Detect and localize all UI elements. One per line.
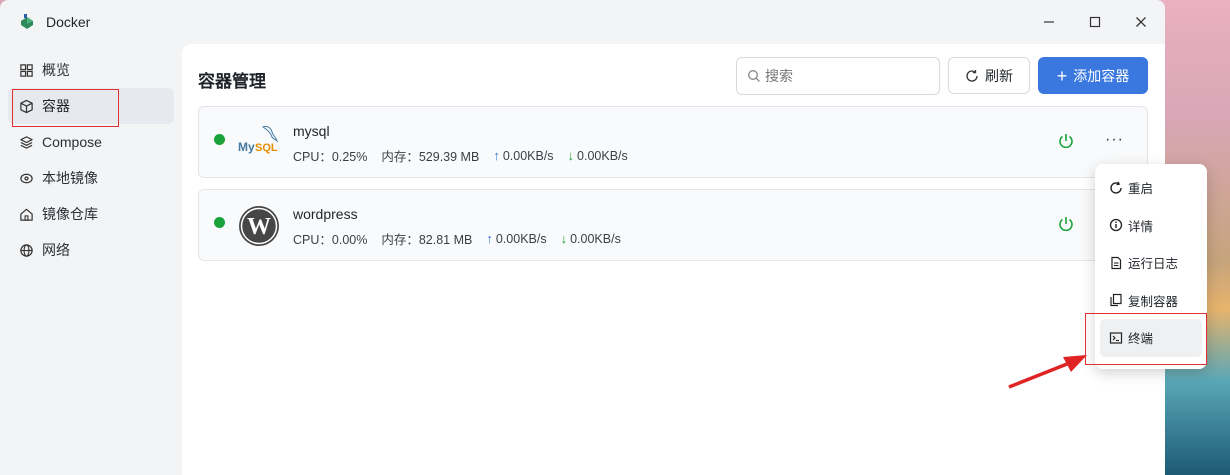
upload-speed: ↑ 0.00KB/s	[486, 231, 547, 246]
container-card-mysql[interactable]: My SQL mysql CPU：0.25% 内存：529.39 MB ↑ 0.0…	[198, 106, 1148, 178]
sidebar: 概览 容器 Compose 本地镜像 镜像仓库 网络	[0, 52, 182, 268]
cpu-usage: CPU：0.00%	[293, 233, 368, 247]
download-speed: ↓ 0.00KB/s	[567, 148, 628, 163]
docker-logo-icon	[21, 14, 33, 29]
search-box[interactable]	[736, 57, 940, 95]
add-container-button[interactable]: + 添加容器	[1038, 57, 1148, 94]
wordpress-logo-icon: W	[239, 206, 279, 246]
sidebar-item-image-registry[interactable]: 镜像仓库	[8, 196, 174, 232]
search-icon	[748, 70, 760, 82]
container-card-wordpress[interactable]: W wordpress CPU：0.00% 内存：82.81 MB ↑ 0.00K…	[198, 189, 1148, 261]
sidebar-item-label: 概览	[42, 62, 70, 78]
grid-icon	[18, 62, 34, 78]
home-icon	[18, 206, 34, 222]
menu-item-restart[interactable]: 重启	[1100, 169, 1202, 207]
highlight-box-terminal	[1085, 313, 1207, 365]
status-running-dot	[214, 134, 225, 145]
info-icon	[1109, 219, 1123, 232]
menu-item-label: 运行日志	[1128, 257, 1179, 272]
refresh-icon	[966, 69, 978, 82]
minimize-button[interactable]	[1032, 8, 1066, 36]
more-options-icon[interactable]: ···	[1105, 131, 1124, 149]
power-icon[interactable]	[1057, 215, 1075, 233]
disk-icon	[18, 170, 34, 186]
container-stats: CPU：0.25% 内存：529.39 MB ↑ 0.00KB/s ↓ 0.00KB…	[293, 146, 642, 165]
refresh-label: 刷新	[985, 67, 1013, 84]
container-name: mysql	[293, 123, 330, 139]
sidebar-item-local-images[interactable]: 本地镜像	[8, 160, 174, 196]
power-icon[interactable]	[1057, 132, 1075, 150]
close-button[interactable]	[1124, 8, 1158, 36]
memory-usage: 内存：529.39 MB	[381, 150, 480, 164]
maximize-button[interactable]	[1078, 8, 1112, 36]
close-icon	[1136, 17, 1146, 27]
sidebar-item-compose[interactable]: Compose	[8, 124, 174, 160]
annotation-arrow-icon	[1008, 355, 1087, 389]
document-icon	[1111, 256, 1122, 269]
minimize-icon	[1044, 21, 1054, 23]
menu-item-label: 复制容器	[1128, 294, 1179, 309]
sidebar-item-overview[interactable]: 概览	[8, 52, 174, 88]
main-panel: 容器管理 刷新 + 添加容器 My SQL mysql CPU：0.25% 内存…	[182, 44, 1165, 475]
refresh-button[interactable]: 刷新	[948, 57, 1030, 94]
docker-window: Docker 概览 容器 Compose 本地镜像 镜像仓库 网络 容器管理 搜…	[0, 0, 1165, 475]
container-stats: CPU：0.00% 内存：82.81 MB ↑ 0.00KB/s ↓ 0.00KB/…	[293, 229, 635, 248]
plus-icon: +	[1056, 65, 1068, 86]
sidebar-item-label: 网络	[42, 242, 70, 258]
status-running-dot	[214, 217, 225, 228]
memory-usage: 内存：82.81 MB	[381, 233, 473, 247]
arrow-up-icon: ↑	[486, 231, 493, 246]
arrow-down-icon: ↓	[567, 148, 575, 163]
menu-item-label: 详情	[1128, 219, 1154, 234]
window-title: Docker	[46, 14, 91, 30]
copy-icon	[1110, 294, 1122, 307]
sidebar-item-label: 本地镜像	[42, 170, 98, 186]
menu-item-logs[interactable]: 运行日志	[1100, 244, 1202, 282]
arrow-down-icon: ↓	[560, 231, 568, 246]
menu-item-details[interactable]: 详情	[1100, 207, 1202, 245]
layers-icon	[18, 134, 34, 150]
add-container-label: 添加容器	[1073, 67, 1130, 84]
sidebar-item-label: Compose	[42, 134, 102, 150]
container-name: wordpress	[293, 206, 358, 222]
sidebar-item-label: 镜像仓库	[42, 206, 98, 222]
svg-text:W: W	[247, 214, 271, 240]
restart-icon	[1110, 181, 1122, 194]
arrow-up-icon: ↑	[493, 148, 500, 163]
svg-text:My: My	[238, 140, 255, 154]
menu-item-label: 重启	[1128, 182, 1154, 197]
upload-speed: ↑ 0.00KB/s	[493, 148, 554, 163]
cpu-usage: CPU：0.25%	[293, 150, 368, 164]
globe-icon	[18, 242, 34, 258]
download-speed: ↓ 0.00KB/s	[560, 231, 621, 246]
svg-text:SQL: SQL	[255, 142, 278, 154]
page-title: 容器管理	[198, 72, 266, 91]
highlight-box-containers	[12, 89, 119, 127]
mysql-logo-icon: My SQL	[238, 125, 278, 154]
sidebar-item-network[interactable]: 网络	[8, 232, 174, 268]
maximize-icon	[1089, 16, 1101, 28]
title-bar: Docker	[0, 0, 1165, 44]
search-input[interactable]	[765, 68, 925, 84]
